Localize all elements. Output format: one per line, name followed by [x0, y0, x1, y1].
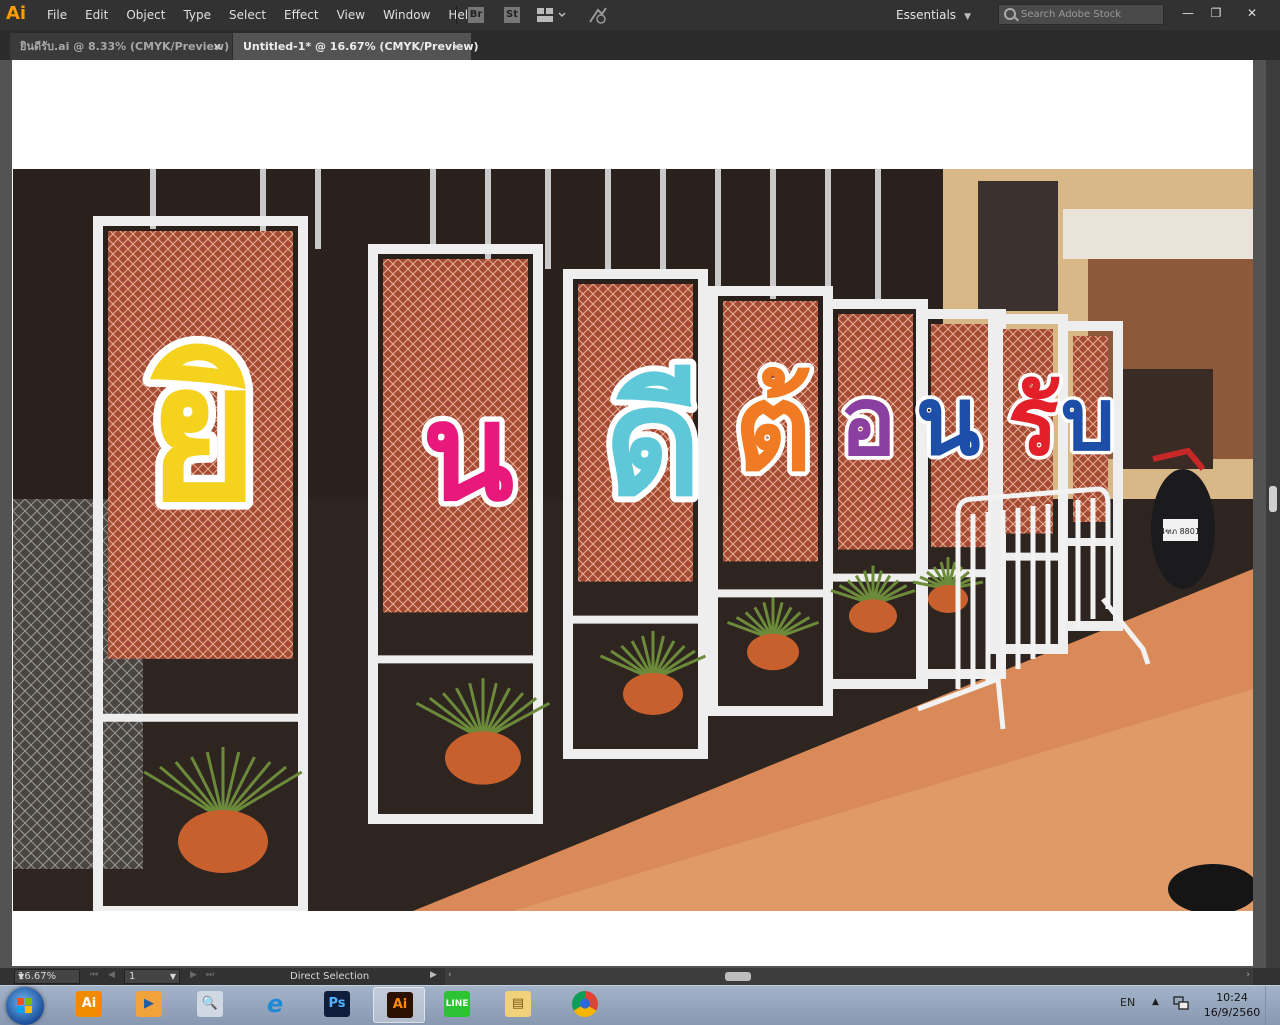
menu-object[interactable]: Object	[117, 0, 174, 30]
close-tab-icon[interactable]: ×	[213, 33, 222, 60]
taskbar-chrome[interactable]: ●	[559, 987, 611, 1023]
taskbar-illustrator-pinned[interactable]: Ai	[63, 987, 115, 1023]
menu-divider	[456, 6, 457, 24]
status-bar: 16.67% ▼ ⏮ ◀ 1 ▼ ▶ ⏭ Direct Selection ▶ …	[0, 968, 1280, 985]
zoom-level-select[interactable]: 16.67% ▼	[14, 969, 80, 984]
scroll-left-icon[interactable]: ‹	[448, 970, 452, 980]
welcome-sign-artwork: 4ฑภ 8801 ยินดี ต้อนรับ	[13, 169, 1253, 911]
taskbar-explorer[interactable]: ▤	[492, 987, 544, 1023]
artboard-number-select[interactable]: 1 ▼	[124, 969, 180, 984]
windows-logo-icon	[17, 998, 33, 1014]
license-plate-text: 4ฑภ 8801	[1160, 527, 1200, 536]
thai-letter: รั	[1007, 367, 1059, 477]
chevron-down-icon: ▼	[169, 972, 176, 981]
language-indicator[interactable]: EN	[1120, 996, 1135, 1009]
tab-document-2[interactable]: Untitled-1* @ 16.67% (CMYK/Preview) ×	[233, 33, 479, 60]
menu-list: File Edit Object Type Select Effect View…	[38, 0, 485, 30]
menu-file[interactable]: File	[38, 0, 76, 30]
menu-window[interactable]: Window	[374, 0, 439, 30]
tab-document-1[interactable]: ยินดีรับ.ai @ 8.33% (CMYK/Preview) ×	[10, 33, 232, 60]
status-menu-arrow-icon[interactable]: ▶	[430, 970, 437, 980]
show-hidden-icons-button[interactable]: ▲	[1152, 997, 1159, 1007]
explorer-icon: ▤	[505, 991, 531, 1017]
taskbar-illustrator-active[interactable]: Ai	[373, 987, 425, 1023]
vertical-scroll-thumb[interactable]	[1269, 486, 1277, 512]
network-icon[interactable]	[1173, 995, 1189, 1011]
internet-explorer-icon: e	[266, 990, 284, 1018]
clock-date: 16/9/2560	[1203, 1006, 1261, 1019]
illustrator-pinned-icon: Ai	[76, 991, 102, 1017]
vertical-scrollbar[interactable]	[1266, 60, 1280, 968]
search-icon	[1004, 8, 1016, 20]
illustrator-logo: Ai	[6, 3, 27, 24]
placed-photo[interactable]: 4ฑภ 8801 ยินดี ต้อนรับ	[13, 169, 1253, 911]
photoshop-icon: Ps	[324, 991, 350, 1017]
line-icon: LINE	[444, 991, 470, 1017]
bridge-button[interactable]: Br	[468, 7, 484, 23]
illustrator-active-icon: Ai	[387, 992, 413, 1018]
taskbar-photoshop[interactable]: Ps	[311, 987, 363, 1023]
artboard[interactable]: 4ฑภ 8801 ยินดี ต้อนรับ	[12, 60, 1253, 966]
menu-view[interactable]: View	[328, 0, 374, 30]
clock-time: 10:24	[1216, 991, 1248, 1004]
system-clock[interactable]: 10:24 16/9/2560	[1200, 990, 1264, 1020]
thai-letter: น	[916, 367, 981, 477]
show-desktop-button[interactable]	[1265, 986, 1280, 1025]
taskbar-line[interactable]: LINE	[431, 987, 483, 1023]
tab-label: ยินดีรับ.ai @ 8.33% (CMYK/Preview)	[20, 40, 230, 53]
document-tab-bar: ยินดีรับ.ai @ 8.33% (CMYK/Preview) × Unt…	[0, 30, 1280, 60]
menu-edit[interactable]: Edit	[76, 0, 117, 30]
chrome-icon: ●	[572, 991, 598, 1017]
thai-letter: ต้	[734, 359, 812, 498]
horizontal-scrollbar[interactable]: ‹ ›	[445, 968, 1253, 985]
arrange-documents-icon[interactable]	[537, 8, 566, 22]
stock-search-input[interactable]	[1021, 6, 1159, 23]
taskbar-media-player[interactable]: ▶	[123, 987, 175, 1023]
close-window-button[interactable]: ✕	[1241, 3, 1263, 23]
search-app-icon: 🔍	[197, 991, 223, 1017]
windows-taskbar: Ai ▶ 🔍 e Ps Ai LINE ▤ ● EN ▲ 10:24 16/9/2560	[0, 985, 1280, 1025]
menu-effect[interactable]: Effect	[275, 0, 328, 30]
next-artboard-button[interactable]: ▶	[190, 970, 197, 980]
close-tab-icon[interactable]: ×	[452, 33, 461, 60]
stock-button[interactable]: St	[504, 7, 520, 23]
minimize-button[interactable]: —	[1177, 3, 1199, 23]
menu-type[interactable]: Type	[174, 0, 220, 30]
first-artboard-button[interactable]: ⏮	[90, 970, 98, 980]
tab-label: Untitled-1* @ 16.67% (CMYK/Preview)	[243, 40, 479, 53]
thai-letter: ยิ	[147, 323, 258, 544]
menu-bar: Ai File Edit Object Type Select Effect V…	[0, 0, 1280, 30]
taskbar-search-app[interactable]: 🔍	[184, 987, 236, 1023]
scroll-right-icon[interactable]: ›	[1246, 970, 1250, 980]
media-player-icon: ▶	[136, 991, 162, 1017]
artboard-number: 1	[129, 971, 136, 982]
previous-artboard-button[interactable]: ◀	[108, 970, 115, 980]
last-artboard-button[interactable]: ⏭	[206, 970, 214, 980]
canvas-area[interactable]: 4ฑภ 8801 ยินดี ต้อนรับ	[0, 60, 1280, 968]
thai-letter: ดี	[604, 356, 701, 530]
restore-button[interactable]: ❐	[1205, 3, 1227, 23]
menu-select[interactable]: Select	[220, 0, 275, 30]
chevron-down-icon: ▼	[964, 12, 971, 22]
current-tool-label[interactable]: Direct Selection	[290, 968, 369, 985]
taskbar-internet-explorer[interactable]: e	[249, 987, 301, 1023]
start-button[interactable]	[6, 987, 44, 1025]
stock-search-box[interactable]	[998, 4, 1164, 25]
gpu-performance-icon[interactable]	[588, 6, 608, 24]
workspace-label: Essentials	[896, 8, 957, 22]
thai-letter: อ	[839, 367, 896, 477]
chevron-down-icon: ▼	[18, 972, 25, 981]
thai-letter: น	[422, 374, 514, 531]
workspace-switcher[interactable]: Essentials ▼	[896, 0, 971, 30]
horizontal-scroll-thumb[interactable]	[725, 972, 751, 981]
thai-letter: บ	[1061, 371, 1115, 470]
